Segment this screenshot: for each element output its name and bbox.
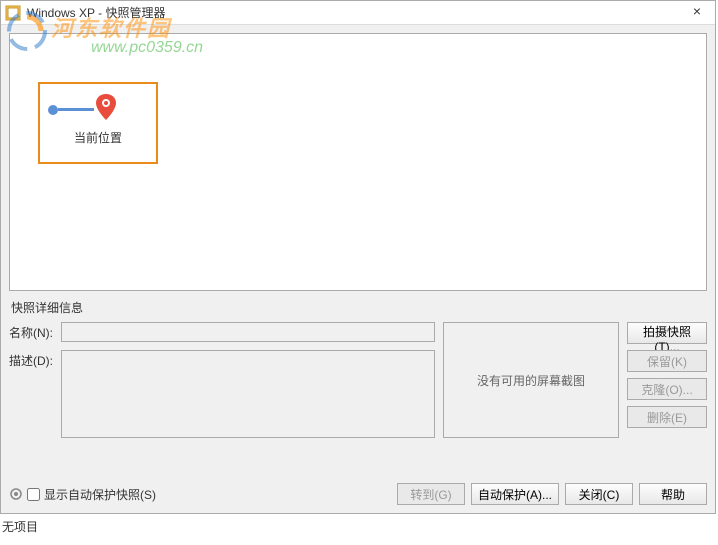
description-label: 描述(D):: [9, 350, 61, 438]
help-button[interactable]: 帮助: [639, 483, 707, 505]
close-icon[interactable]: ×: [683, 3, 711, 23]
close-button[interactable]: 关闭(C): [565, 483, 633, 505]
arrow-icon: [48, 94, 152, 125]
details-title: 快照详细信息: [11, 299, 707, 316]
pin-icon: [96, 94, 116, 125]
keep-button[interactable]: 保留(K): [627, 350, 707, 372]
show-auto-protect-checkbox[interactable]: [27, 488, 40, 501]
screenshot-preview: 没有可用的屏幕截图: [443, 322, 619, 438]
description-input[interactable]: [61, 350, 435, 438]
titlebar: Windows XP - 快照管理器 ×: [1, 1, 715, 25]
app-icon: [5, 5, 21, 21]
auto-protect-button[interactable]: 自动保护(A)...: [471, 483, 559, 505]
snapshot-tree-panel[interactable]: 当前位置: [9, 33, 707, 291]
screenshot-placeholder: 没有可用的屏幕截图: [477, 372, 585, 389]
name-label: 名称(N):: [9, 322, 61, 342]
right-button-column: 拍摄快照(T)... 保留(K) 克隆(O)... 删除(E): [627, 322, 707, 446]
status-text: 无项目: [2, 518, 38, 535]
bottom-bar: 显示自动保护快照(S) 转到(G) 自动保护(A)... 关闭(C) 帮助: [9, 483, 707, 505]
window-title: Windows XP - 快照管理器: [27, 4, 683, 21]
current-location-node[interactable]: 当前位置: [38, 82, 158, 164]
snapshot-manager-window: Windows XP - 快照管理器 × 河东软件园 www.pc0359.cn: [0, 0, 716, 514]
name-input[interactable]: [61, 322, 435, 342]
current-location-label: 当前位置: [44, 129, 152, 146]
delete-button[interactable]: 删除(E): [627, 406, 707, 428]
gear-icon[interactable]: [9, 487, 23, 501]
show-auto-protect-label: 显示自动保护快照(S): [44, 486, 156, 503]
goto-button[interactable]: 转到(G): [397, 483, 465, 505]
clone-button[interactable]: 克隆(O)...: [627, 378, 707, 400]
take-snapshot-button[interactable]: 拍摄快照(T)...: [627, 322, 707, 344]
snapshot-details-section: 快照详细信息 名称(N): 描述(D): 没有可用的屏幕截图 拍摄快照(T)..…: [9, 299, 707, 446]
